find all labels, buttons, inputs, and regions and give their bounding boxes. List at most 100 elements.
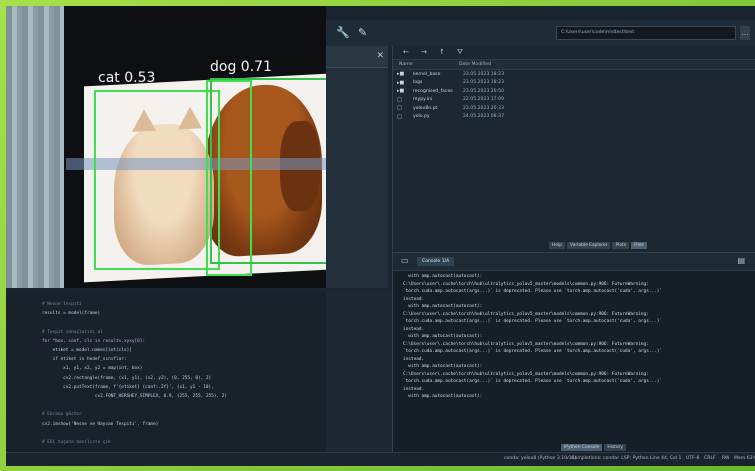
console-line: with amp.autocast(autocast): (403, 274, 483, 279)
column-name[interactable]: Name (393, 60, 453, 69)
console-line: C:\Users\user\.cache\torch\hub\ultralyti… (403, 371, 649, 377)
browse-directory-button[interactable]: … (740, 26, 750, 40)
code-line: results = model(frame) (42, 311, 101, 317)
editor-gutter-right (326, 292, 392, 462)
console-output[interactable]: with amp.autocast(autocast): C:\Users\use… (393, 271, 755, 401)
folder-icon: ▸■ (397, 88, 405, 95)
code-editor[interactable]: # Nesne tespiti results = model(frame) # … (6, 292, 326, 462)
file-row[interactable]: □ mypy.ini 22.05.2023 17:09 (393, 96, 755, 105)
python-path-icon[interactable]: ✎ (358, 26, 367, 39)
files-pane-tab[interactable]: Plots (612, 242, 630, 249)
console-line: `torch.cuda.amp.autocast(args...)` is de… (403, 349, 663, 354)
up-icon[interactable]: ↑ (439, 48, 445, 56)
console-icon[interactable]: ▭ (401, 256, 409, 265)
top-toolbar: 🔧 ✎ C:\Users\user\code\m\dtect\test … (326, 20, 755, 46)
console-bottom-tabs: IPython Console History (561, 444, 626, 451)
code-line: # Tespit sonuçlarını al (42, 329, 103, 335)
file-name: yolo.py (413, 114, 430, 120)
console-line: with amp.autocast(autocast): (403, 394, 483, 399)
status-item: Line 44, Col 1 (650, 456, 682, 461)
console-line: `torch.cuda.amp.autocast(args...)` is de… (403, 289, 663, 294)
console-line: with amp.autocast(autocast): (403, 364, 483, 369)
back-icon[interactable]: ← (403, 48, 409, 56)
status-item: ✓ Completions: conda (566, 456, 618, 461)
column-date-modified[interactable]: Date Modified (453, 60, 523, 69)
file-date: 23.05.2023 20:50 (463, 88, 505, 94)
console-line: instead. (403, 356, 425, 362)
folder-icon: ▸■ (397, 71, 405, 78)
code-line: etiket = model.names[int(cls)] (42, 348, 132, 354)
code-line: # Ekrana göster (42, 412, 82, 418)
console-tab[interactable]: Console 1/A (417, 257, 455, 266)
status-item: ✓ LSP: Python (616, 456, 649, 461)
file-date: 23.05.2023 20:33 (463, 105, 505, 111)
code-line: cv2.imshow('Nesne ve Hayvan Tespiti', fr… (42, 421, 159, 427)
file-row[interactable]: ▸■ recognised_faces 23.05.2023 20:50 (393, 87, 755, 96)
files-pane-tab[interactable]: Help (549, 242, 566, 249)
file-date: 23.05.2023 18:23 (463, 71, 505, 77)
code-line: # Nesne tespiti (42, 302, 82, 307)
editor-toolbar-strip: ✕ (326, 46, 388, 288)
filter-icon[interactable]: ⛛ (457, 48, 463, 57)
file-date: 23.05.2023 18:23 (463, 80, 505, 86)
files-header: Name Date Modified (393, 60, 755, 70)
console-line: instead. (403, 386, 425, 392)
status-item: RW (722, 456, 730, 461)
dog-bounding-box (210, 78, 328, 264)
background-curtain (6, 6, 64, 288)
ipython-console: ▭ Console 1/A ▤ with amp.autocast(autoca… (392, 252, 755, 452)
console-menu-icon[interactable]: ▤ (737, 256, 745, 265)
console-line: C:\Users\user\.cache\torch\hub\ultralyti… (403, 341, 649, 347)
file-name: recognised_faces (413, 88, 453, 94)
dog-detection-label: dog 0.71 (210, 59, 272, 75)
code-line: cv2.FONT_HERSHEY_SIMPLEX, 0.9, (255, 255… (42, 394, 228, 400)
file-name: mypy.ini (413, 97, 433, 103)
console-line: instead. (403, 326, 425, 332)
folder-icon: ▸■ (397, 79, 405, 86)
console-line: with amp.autocast(autocast): (403, 304, 483, 309)
console-line: C:\Users\user\.cache\torch\hub\ultralyti… (403, 281, 649, 287)
cat-detection-label: cat 0.53 (98, 70, 156, 86)
code-line: for *box, conf, cls in results.xyxy[0]: (42, 338, 146, 344)
file-icon: □ (397, 113, 402, 120)
console-pane-tab[interactable]: IPython Console (561, 444, 603, 451)
console-line: instead. (403, 296, 425, 302)
files-pane-tabs: Help Variable Explorer Plots Files (549, 242, 647, 249)
files-pane-tab[interactable]: Variable Explorer (567, 242, 611, 249)
file-name: logs (413, 80, 423, 86)
wrench-icon[interactable]: 🔧 (336, 26, 350, 39)
console-line: `torch.cuda.amp.autocast(args...)` is de… (403, 379, 663, 384)
code-line: cv2.putText(frame, f'{etiket} {conf:.2f}… (42, 384, 214, 390)
cat-bounding-box (94, 90, 220, 270)
file-name: yolov8n.pt (413, 105, 438, 111)
file-icon: □ (397, 105, 402, 112)
code-line: # ESC tuşuna basılırsa çık (42, 440, 111, 446)
files-pane-tab[interactable]: Files (631, 242, 647, 249)
file-row[interactable]: □ yolov8n.pt 23.05.2023 20:33 (393, 104, 755, 113)
file-name: kernel_base (413, 71, 441, 77)
close-icon[interactable]: ✕ (376, 51, 384, 61)
files-pane: ← → ↑ ⛛ Name Date Modified ▸■ kernel_base… (392, 46, 755, 252)
code-line: if etiket in hedef_sınıflar: (42, 357, 127, 363)
file-icon: □ (397, 96, 402, 103)
file-row[interactable]: ▸■ kernel_base 23.05.2023 18:23 (393, 70, 755, 79)
code-line: cv2.rectangle(frame, (x1, y1), (x2, y2),… (42, 375, 212, 381)
files-toolbar: ← → ↑ ⛛ (393, 46, 755, 60)
console-tab-bar: ▭ Console 1/A ▤ (393, 253, 755, 271)
file-date: 24.05.2023 08:37 (463, 114, 505, 120)
status-item: CRLF (704, 456, 716, 461)
code-line: x1, y1, x2, y2 = map(int, box) (42, 366, 143, 372)
status-item: UTF-8 (686, 456, 700, 461)
forward-icon[interactable]: → (421, 48, 427, 56)
file-date: 22.05.2023 17:09 (463, 97, 505, 103)
editor-tab-bar: ✕ (326, 46, 388, 68)
console-line: with amp.autocast(autocast): (403, 334, 483, 339)
file-row[interactable]: □ yolo.py 24.05.2023 08:37 (393, 113, 755, 122)
working-directory-field[interactable]: C:\Users\user\code\m\dtect\test (556, 26, 736, 40)
camera-window: cat 0.53 dog 0.71 (6, 6, 328, 288)
console-pane-tab[interactable]: History (604, 444, 626, 451)
file-row[interactable]: ▸■ logs 23.05.2023 18:23 (393, 79, 755, 88)
